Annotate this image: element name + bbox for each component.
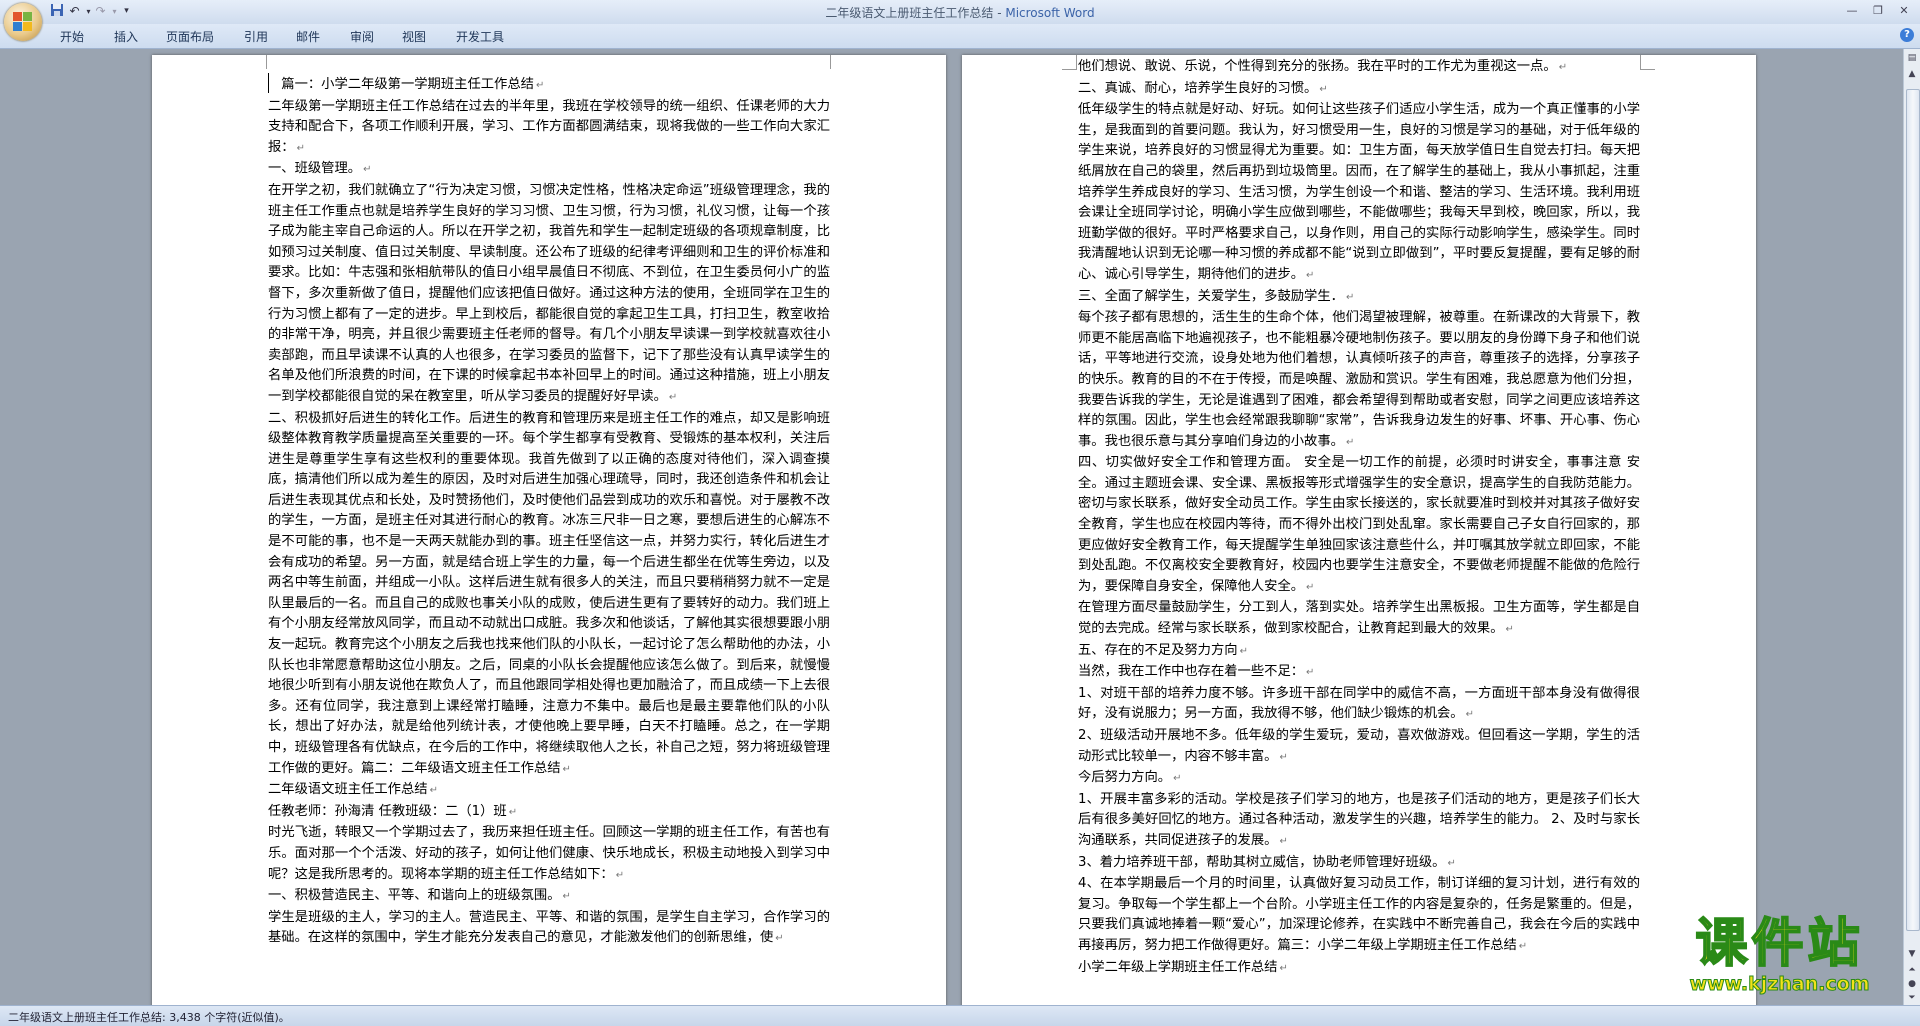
office-button[interactable] bbox=[4, 3, 42, 41]
paragraph: 他们想说、敢说、乐说，个性得到充分的张扬。我在平时的工作尤为重视这一点。 bbox=[1078, 57, 1640, 79]
status-word-count[interactable]: 二年级语文上册班主任工作总结: 3,438 个字符(近似值)。 bbox=[8, 1009, 290, 1025]
paragraph: 篇一：小学二年级第一学期班主任工作总结 bbox=[268, 75, 830, 97]
title-bar: ↶ ▾ ↷ ▾ ▾ 二年级语文上册班主任工作总结 - Microsoft Wor… bbox=[0, 0, 1920, 25]
paragraph: 低年级学生的特点就是好动、好玩。如何让这些孩子们适应小学生活，成为一个真正懂事的… bbox=[1078, 100, 1640, 286]
tab-review[interactable]: 审阅 bbox=[350, 28, 374, 45]
minimize-icon[interactable]: — bbox=[1844, 4, 1860, 18]
ribbon-tab-bar: 开始 插入 页面布局 引用 邮件 审阅 视图 开发工具 ? bbox=[0, 24, 1920, 49]
document-page-right[interactable]: 他们想说、敢说、乐说，个性得到充分的张扬。我在平时的工作尤为重视这一点。二、真诚… bbox=[962, 55, 1756, 1005]
tab-references[interactable]: 引用 bbox=[244, 28, 268, 45]
document-workspace: 篇一：小学二年级第一学期班主任工作总结二年级第一学期班主任工作总结在过去的半年里… bbox=[0, 49, 1920, 1005]
paragraph: 在开学之初，我们就确立了“行为决定习惯，习惯决定性格，性格决定命运”班级管理理念… bbox=[268, 181, 830, 409]
paragraph: 当然，我在工作中也存在着一些不足： bbox=[1078, 662, 1640, 684]
crop-mark bbox=[830, 55, 845, 69]
paragraph: 任教老师：孙海清 任教班级：二（1）班 bbox=[268, 802, 830, 824]
crop-mark bbox=[1062, 55, 1077, 70]
paragraph: 一、班级管理。 bbox=[268, 159, 830, 181]
paragraph: 一、积极营造民主、平等、和谐向上的班级氛围。 bbox=[268, 886, 830, 908]
paragraph: 二、真诚、耐心，培养学生良好的习惯。 bbox=[1078, 79, 1640, 101]
tab-home[interactable]: 开始 bbox=[60, 28, 84, 45]
previous-page-icon[interactable]: ⏶ bbox=[1905, 963, 1919, 977]
paragraph: 五、存在的不足及努力方向 bbox=[1078, 641, 1640, 663]
next-page-icon[interactable]: ⏷ bbox=[1905, 991, 1919, 1005]
tab-page-layout[interactable]: 页面布局 bbox=[166, 28, 214, 45]
tab-developer[interactable]: 开发工具 bbox=[456, 28, 504, 45]
paragraph: 1、开展丰富多彩的活动。学校是孩子们学习的地方，也是孩子们活动的地方，更是孩子们… bbox=[1078, 790, 1640, 853]
paragraph: 三、全面了解学生，关爱学生，多鼓励学生． bbox=[1078, 287, 1640, 309]
page-body-text[interactable]: 篇一：小学二年级第一学期班主任工作总结二年级第一学期班主任工作总结在过去的半年里… bbox=[268, 75, 830, 950]
paragraph: 学生是班级的主人，学习的主人。营造民主、平等、和谐的氛围，是学生自主学习，合作学… bbox=[268, 908, 830, 950]
vertical-scrollbar[interactable]: ▤ ▲ ▼ ⏶ ● ⏷ bbox=[1903, 49, 1920, 1005]
scroll-up-icon[interactable]: ▲ bbox=[1905, 67, 1919, 81]
watermark-title: 课件站 bbox=[1694, 912, 1864, 975]
paragraph: 1、对班干部的培养力度不够。许多班干部在同学中的威信不高，一方面班干部本身没有做… bbox=[1078, 684, 1640, 726]
site-watermark: 课件站 www.kjzhan.com bbox=[1667, 912, 1892, 1001]
document-title: 二年级语文上册班主任工作总结 bbox=[825, 6, 994, 20]
watermark-url: www.kjzhan.com bbox=[1689, 973, 1870, 996]
crop-mark bbox=[252, 55, 267, 69]
app-name: Microsoft Word bbox=[1005, 6, 1095, 20]
page-body-text[interactable]: 他们想说、敢说、乐说，个性得到充分的张扬。我在平时的工作尤为重视这一点。二、真诚… bbox=[1078, 57, 1640, 979]
window-title: 二年级语文上册班主任工作总结 - Microsoft Word bbox=[0, 4, 1920, 21]
paragraph: 4、在本学期最后一个月的时间里，认真做好复习动员工作，制订详细的复习计划，进行有… bbox=[1078, 874, 1640, 957]
office-logo-icon bbox=[13, 12, 33, 32]
close-icon[interactable]: ✕ bbox=[1896, 4, 1912, 18]
paragraph: 今后努力方向。 bbox=[1078, 768, 1640, 790]
paragraph: 二年级语文班主任工作总结 bbox=[268, 780, 830, 802]
help-icon[interactable]: ? bbox=[1900, 28, 1914, 42]
paragraph: 3、着力培养班干部，帮助其树立威信，协助老师管理好班级。 bbox=[1078, 853, 1640, 875]
tab-mailings[interactable]: 邮件 bbox=[296, 28, 320, 45]
restore-icon[interactable]: ❐ bbox=[1870, 4, 1886, 18]
title-separator: - bbox=[993, 6, 1006, 20]
paragraph: 二年级第一学期班主任工作总结在过去的半年里，我班在学校领导的统一组织、任课老师的… bbox=[268, 97, 830, 160]
ruler-toggle-icon[interactable]: ▤ bbox=[1905, 51, 1919, 65]
document-page-left[interactable]: 篇一：小学二年级第一学期班主任工作总结二年级第一学期班主任工作总结在过去的半年里… bbox=[152, 55, 946, 1005]
scroll-thumb[interactable] bbox=[1906, 89, 1920, 931]
paragraph: 每个孩子都有思想的，活生生的生命个体，他们渴望被理解，被尊重。在新课改的大背景下… bbox=[1078, 308, 1640, 453]
paragraph: 2、班级活动开展地不多。低年级的学生爱玩，爱动，喜欢做游戏。但回看这一学期，学生… bbox=[1078, 726, 1640, 768]
tab-view[interactable]: 视图 bbox=[402, 28, 426, 45]
crop-mark bbox=[1640, 55, 1655, 70]
paragraph: 在管理方面尽量鼓励学生，分工到人，落到实处。培养学生出黑板报。卫生方面等，学生都… bbox=[1078, 598, 1640, 640]
paragraph: 小学二年级上学期班主任工作总结 bbox=[1078, 958, 1640, 980]
paragraph: 二、积极抓好后进生的转化工作。后进生的教育和管理历来是班主任工作的难点，却又是影… bbox=[268, 409, 830, 781]
paragraph: 四、切实做好安全工作和管理方面。 安全是一切工作的前提，必须时时讲安全，事事注意… bbox=[1078, 453, 1640, 598]
tab-insert[interactable]: 插入 bbox=[114, 28, 138, 45]
select-browse-object-icon[interactable]: ● bbox=[1905, 977, 1919, 991]
paragraph: 时光飞逝，转眼又一个学期过去了，我历来担任班主任。回顾这一学期的班主任工作，有苦… bbox=[268, 823, 830, 886]
scroll-down-icon[interactable]: ▼ bbox=[1905, 947, 1919, 961]
status-bar: 二年级语文上册班主任工作总结: 3,438 个字符(近似值)。 bbox=[0, 1005, 1920, 1026]
